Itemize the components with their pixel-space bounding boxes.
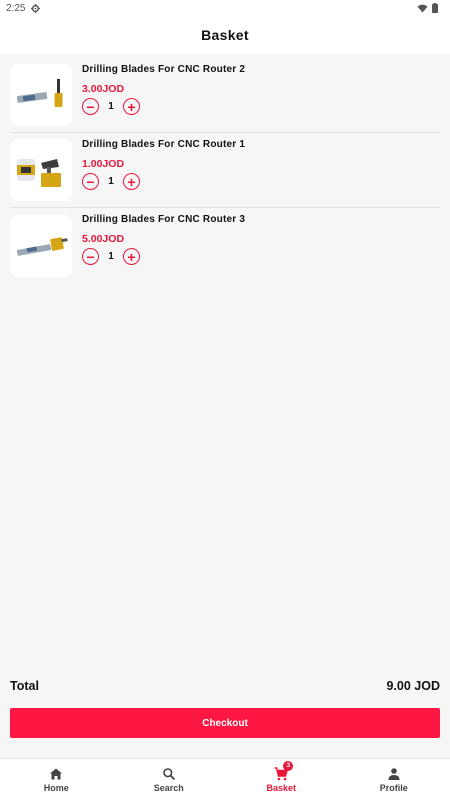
app-bar: Basket xyxy=(0,16,450,54)
cart-icon-wrapper: 3 xyxy=(274,760,294,781)
increase-button[interactable]: + xyxy=(123,173,140,190)
cart-count-badge: 3 xyxy=(283,760,294,771)
total-value: 9.00 JOD xyxy=(386,679,440,693)
quantity-stepper: − 1 + xyxy=(82,248,245,265)
decrease-button[interactable]: − xyxy=(82,173,99,190)
person-icon xyxy=(388,767,400,780)
decrease-button[interactable]: − xyxy=(82,98,99,115)
nav-label-home: Home xyxy=(43,782,69,793)
product-price: 3.00JOD xyxy=(82,83,125,95)
minus-icon: − xyxy=(86,248,95,265)
search-icon xyxy=(162,767,175,780)
product-price: 1.00JOD xyxy=(82,158,125,170)
nav-label-basket: Basket xyxy=(266,782,297,793)
basket-item[interactable]: Drilling Blades For CNC Router 1 1.00JOD… xyxy=(10,133,440,208)
total-label: Total xyxy=(10,679,39,693)
total-row: Total 9.00 JOD xyxy=(10,676,440,696)
product-name: Drilling Blades For CNC Router 2 xyxy=(82,64,246,75)
product-name: Drilling Blades For CNC Router 1 xyxy=(82,139,246,150)
nav-label-search: Search xyxy=(153,782,184,793)
basket-item[interactable]: Drilling Blades For CNC Router 3 5.00JOD… xyxy=(10,208,440,283)
nav-item-home[interactable]: Home xyxy=(0,759,113,800)
status-bar: 2:25 xyxy=(0,0,450,16)
product-image xyxy=(10,214,72,277)
quantity-value: 1 xyxy=(108,251,114,262)
home-icon xyxy=(50,768,63,779)
minus-icon: − xyxy=(86,173,95,190)
settings-icon xyxy=(31,3,41,13)
nav-item-basket[interactable]: 3 Basket xyxy=(225,759,338,800)
increase-button[interactable]: + xyxy=(123,248,140,265)
quantity-stepper: − 1 + xyxy=(82,173,245,190)
battery-icon xyxy=(432,3,438,13)
product-image xyxy=(10,139,72,201)
decrease-button[interactable]: − xyxy=(82,248,99,265)
increase-button[interactable]: + xyxy=(123,98,140,115)
quantity-stepper: − 1 + xyxy=(82,98,245,115)
minus-icon: − xyxy=(86,98,95,115)
product-image xyxy=(10,64,72,126)
checkout-button[interactable]: Checkout xyxy=(10,708,440,738)
product-price: 5.00JOD xyxy=(82,233,125,245)
page-title: Basket xyxy=(201,27,249,43)
plus-icon: + xyxy=(127,248,136,265)
product-name: Drilling Blades For CNC Router 3 xyxy=(82,214,246,225)
quantity-value: 1 xyxy=(108,176,114,187)
nav-label-profile: Profile xyxy=(379,782,408,793)
wifi-icon xyxy=(417,4,428,13)
nav-item-search[interactable]: Search xyxy=(113,759,226,800)
bottom-nav: Home Search 3 Basket Profile xyxy=(0,758,450,800)
status-time: 2:25 xyxy=(6,2,26,14)
quantity-value: 1 xyxy=(108,101,114,112)
nav-item-profile[interactable]: Profile xyxy=(338,759,450,800)
plus-icon: + xyxy=(127,98,136,115)
basket-item[interactable]: Drilling Blades For CNC Router 2 3.00JOD… xyxy=(10,58,440,133)
basket-list: Drilling Blades For CNC Router 2 3.00JOD… xyxy=(0,58,450,283)
plus-icon: + xyxy=(127,173,136,190)
